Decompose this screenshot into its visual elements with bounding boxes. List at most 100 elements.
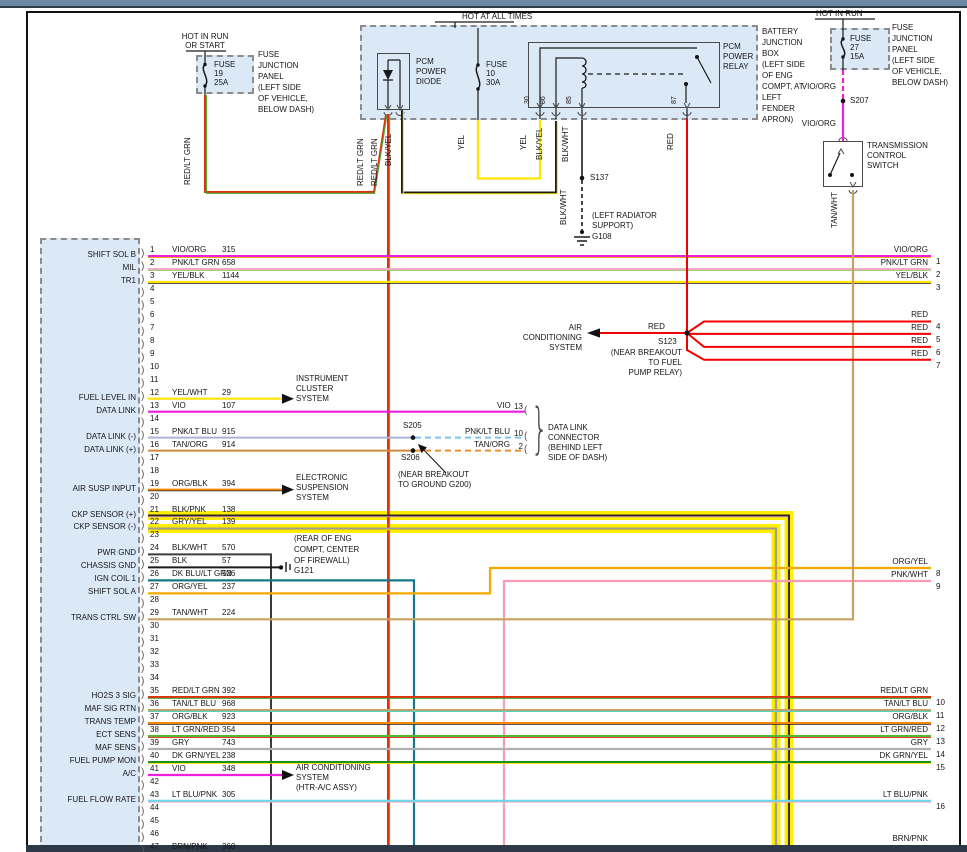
connector-label: FUEL LEVEL IN xyxy=(40,393,136,403)
pin-number: 11 xyxy=(150,375,158,385)
connector-label: TRANS TEMP xyxy=(40,717,136,727)
pin-number: 5 xyxy=(150,297,154,307)
pin-paren: ( xyxy=(141,352,144,363)
edge-label: BRN/PNK xyxy=(808,834,928,844)
connector-label: DATA LINK (-) xyxy=(40,432,136,442)
circuit-number: 658 xyxy=(222,258,235,268)
edge-number: 13 xyxy=(936,737,945,747)
pin-number: 20 xyxy=(150,492,159,502)
wire-label-redltgrn-a: RED/LT GRN xyxy=(356,138,366,186)
circuit-number: 238 xyxy=(222,751,235,761)
wire-label-blkwht-b: BLK/WHT xyxy=(559,189,569,225)
pin-number: 31 xyxy=(150,634,159,644)
pin-number: 2 xyxy=(150,258,154,268)
top-scroll-bar[interactable] xyxy=(0,0,967,8)
circuit-number: 526 xyxy=(222,569,235,579)
connector-label: TRANS CTRL SW xyxy=(40,613,136,623)
pin-paren: ( xyxy=(141,456,144,467)
circuit-number: 1144 xyxy=(222,271,239,281)
pin-number: 19 xyxy=(150,479,159,489)
pin-number: 45 xyxy=(150,816,159,826)
edge-number: 5 xyxy=(936,335,940,345)
pin-paren: ( xyxy=(141,585,144,596)
connector-label: HO2S 3 SIG xyxy=(40,691,136,701)
fuse-junction-panel-19-label: FUSE JUNCTION PANEL (LEFT SIDE OF VEHICL… xyxy=(258,49,314,115)
pin-number: 36 xyxy=(150,699,159,709)
edge-number: 9 xyxy=(936,582,940,592)
pin-number: 38 xyxy=(150,725,159,735)
fuse-27-label: FUSE 27 15A xyxy=(850,34,871,61)
edge-number: 8 xyxy=(936,569,940,579)
circuit-number: 305 xyxy=(222,790,235,800)
relay-pin-85: 85 xyxy=(565,96,575,104)
edge-number: 7 xyxy=(936,361,940,371)
edge-number: 10 xyxy=(936,698,945,708)
wiring-diagram-page: HOT IN RUN OR START FUSE 19 25A FUSE JUN… xyxy=(0,0,967,852)
pin-number: 25 xyxy=(150,556,159,566)
pin-number: 13 xyxy=(150,401,159,411)
pin-number: 9 xyxy=(150,349,154,359)
pcm-power-relay-label: PCM POWER RELAY xyxy=(723,42,753,72)
pin-number: 7 xyxy=(150,323,154,333)
splice-s123-note: (NEAR BREAKOUT TO FUEL PUMP RELAY) xyxy=(600,348,682,378)
pin-paren: ( xyxy=(141,728,144,739)
splice-s206-label: S206 xyxy=(401,453,420,463)
wire-name: BLK xyxy=(172,556,187,566)
connector-label: AIR SUSP INPUT xyxy=(40,484,136,494)
pin-paren: ( xyxy=(141,767,144,778)
wire-name: BLK/PNK xyxy=(172,505,206,515)
pin-number: 17 xyxy=(150,453,159,463)
dlc-wire-tanorg: TAN/ORG xyxy=(465,440,510,450)
wire-name: RED/LT GRN xyxy=(172,686,220,696)
pin-paren: ( xyxy=(141,508,144,519)
edge-label: PNK/LT GRN xyxy=(808,258,928,268)
pin-paren: ( xyxy=(141,391,144,402)
pin-paren: ( xyxy=(141,611,144,622)
dlc-bracket-2: ( xyxy=(524,431,527,442)
circuit-number: 354 xyxy=(222,725,235,735)
edge-label: RED xyxy=(808,323,928,333)
wire-label-blkyel-b: BLK/YEL xyxy=(535,128,545,160)
fuse-junction-panel-27-label: FUSE JUNCTION PANEL (LEFT SIDE OF VEHICL… xyxy=(892,22,948,88)
dlc-bracket-1: ( xyxy=(524,405,527,416)
pin-number: 23 xyxy=(150,530,159,540)
wire-name: TAN/LT BLU xyxy=(172,699,216,709)
pin-paren: ( xyxy=(141,417,144,428)
edge-number: 16 xyxy=(936,802,945,812)
air-conditioning-htr-label: AIR CONDITIONING SYSTEM (HTR-A/C ASSY) xyxy=(296,763,371,793)
pin-paren: ( xyxy=(141,819,144,830)
circuit-number: 29 xyxy=(222,388,231,398)
splice-s123-label: S123 xyxy=(658,337,677,347)
wire-name: ORG/BLK xyxy=(172,479,208,489)
dlc-pin-2: 2 xyxy=(511,442,523,452)
hot-in-run-or-start-label: HOT IN RUN OR START xyxy=(172,32,238,50)
pin-number: 26 xyxy=(150,569,159,579)
wire-name: TAN/WHT xyxy=(172,608,208,618)
pin-paren: ( xyxy=(141,443,144,454)
electronic-suspension-system-label: ELECTRONIC SUSPENSION SYSTEM xyxy=(296,473,348,503)
wire-label-vioorg-a: VIO/ORG xyxy=(790,82,836,92)
pin-paren: ( xyxy=(141,404,144,415)
battery-junction-box-label: BATTERY JUNCTION BOX (LEFT SIDE OF ENG C… xyxy=(762,26,805,125)
wire-name: ORG/BLK xyxy=(172,712,208,722)
splice-s207-label: S207 xyxy=(850,96,869,106)
pin-paren: ( xyxy=(141,624,144,635)
circuit-number: 968 xyxy=(222,699,235,709)
bottom-scroll-bar[interactable] xyxy=(26,845,967,852)
wire-label-vioorg-b: VIO/ORG xyxy=(790,119,836,129)
pin-number: 8 xyxy=(150,336,154,346)
pin-paren: ( xyxy=(141,702,144,713)
relay-pin-87: 87 xyxy=(670,96,680,104)
circuit-number: 107 xyxy=(222,401,235,411)
wire-label-yel-a: YEL xyxy=(457,135,467,150)
splice-s205-label: S205 xyxy=(403,421,422,431)
pin-number: 12 xyxy=(150,388,159,398)
circuit-number: 360 xyxy=(222,842,235,852)
pin-paren: ( xyxy=(141,546,144,557)
wire-name: LT GRN/RED xyxy=(172,725,220,735)
wire-name: PNK/LT BLU xyxy=(172,427,217,437)
circuit-number: 138 xyxy=(222,505,235,515)
connector-label: SHIFT SOL A xyxy=(40,587,136,597)
circuit-number: 348 xyxy=(222,764,235,774)
connector-label: ECT SENS xyxy=(40,730,136,740)
